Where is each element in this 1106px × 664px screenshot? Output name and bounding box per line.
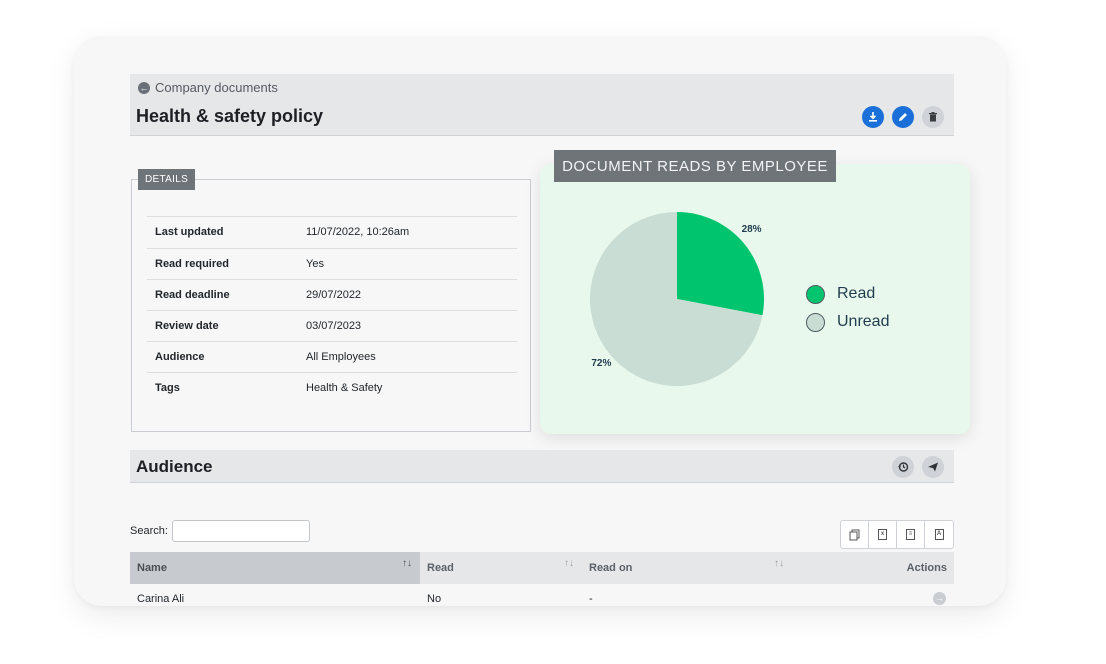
pdf-icon: A [934,529,944,540]
detail-row: Tags Health & Safety [147,372,517,403]
download-button[interactable] [862,106,884,128]
table-header: Name ↑↓ Read ↑↓ Read on ↑↓ Actions [130,552,954,584]
search-label: Search: [130,525,168,537]
legend-swatch-read [806,284,825,304]
detail-key: Last updated [155,226,224,238]
detail-value: All Employees [306,351,376,363]
sort-icon: ↑↓ [564,558,574,569]
pie-chart: 28% 72% [590,212,764,386]
cell-read-on: - [589,593,593,605]
delete-button[interactable] [922,106,944,128]
sort-icon: ↑↓ [402,558,412,569]
detail-key: Read required [155,258,229,270]
details-panel: Last updated 11/07/2022, 10:26am Read re… [131,179,531,432]
pie-label-unread: 72% [591,358,611,369]
detail-value: 29/07/2022 [306,289,362,301]
detail-key: Review date [155,320,219,332]
column-header-read-on[interactable]: Read on ↑↓ [582,552,792,584]
detail-value: Health & Safety [306,382,383,394]
arrow-left-circle-icon: ← [138,81,150,94]
detail-value: 11/07/2022, 10:26am [306,226,410,238]
detail-row: Read deadline 29/07/2022 [147,279,517,310]
detail-row: Read required Yes [147,248,517,279]
detail-key: Audience [155,351,205,363]
legend-label-read: Read [837,285,876,302]
app-card: ← Company documents Health & safety poli… [74,36,1006,606]
arrow-right-icon: → [935,593,944,603]
audience-actions [892,456,944,478]
chart-title: DOCUMENT READS BY EMPLOYEE [554,150,836,182]
legend-swatch-unread [806,312,825,332]
cell-read: No [427,593,442,605]
export-buttons: x ≡ A [840,520,954,549]
chart-legend: Read Unread [806,280,889,336]
legend-item-read[interactable]: Read [806,280,889,308]
pdf-button[interactable]: A [925,521,953,548]
column-label: Name [137,562,167,574]
sort-icon: ↑↓ [774,558,784,569]
detail-row: Review date 03/07/2023 [147,310,517,341]
search-input[interactable] [172,520,310,542]
detail-value: 03/07/2023 [306,320,362,332]
send-button[interactable] [922,456,944,478]
audience-header: Audience [130,450,954,483]
breadcrumb[interactable]: ← Company documents [138,80,278,95]
send-icon [928,462,938,472]
pencil-icon [899,113,907,121]
breadcrumb-label: Company documents [155,80,278,95]
column-header-read[interactable]: Read ↑↓ [420,552,582,584]
copy-icon [849,529,860,540]
legend-label-unread: Unread [837,313,890,330]
table-row: Carina Ali No - → [130,584,954,606]
legend-item-unread[interactable]: Unread [806,308,889,336]
audience-title: Audience [136,457,213,476]
copy-button[interactable] [841,521,869,548]
detail-row: Audience All Employees [147,341,517,372]
header-actions [862,106,944,128]
csv-button[interactable]: ≡ [897,521,925,548]
detail-value: Yes [306,258,324,270]
column-label: Read on [589,562,633,574]
detail-key: Read deadline [155,289,230,301]
trash-icon [929,112,937,122]
column-header-name[interactable]: Name ↑↓ [130,552,420,584]
document-header: ← Company documents Health & safety poli… [130,74,954,136]
excel-icon: x [878,529,887,540]
column-label: Actions [906,562,947,574]
detail-key: Tags [155,382,180,394]
detail-row: Last updated 11/07/2022, 10:26am [147,216,517,247]
history-icon [898,462,909,472]
page-title: Health & safety policy [136,106,324,126]
column-header-actions: Actions [792,552,954,584]
csv-icon: ≡ [906,529,915,540]
cell-name: Carina Ali [137,593,185,605]
download-icon [869,112,877,122]
view-row-button[interactable]: → [933,592,946,605]
history-button[interactable] [892,456,914,478]
details-tab: DETAILS [138,169,196,190]
pie-label-read: 28% [742,224,762,235]
edit-button[interactable] [892,106,914,128]
column-label: Read [427,562,454,574]
excel-button[interactable]: x [869,521,897,548]
